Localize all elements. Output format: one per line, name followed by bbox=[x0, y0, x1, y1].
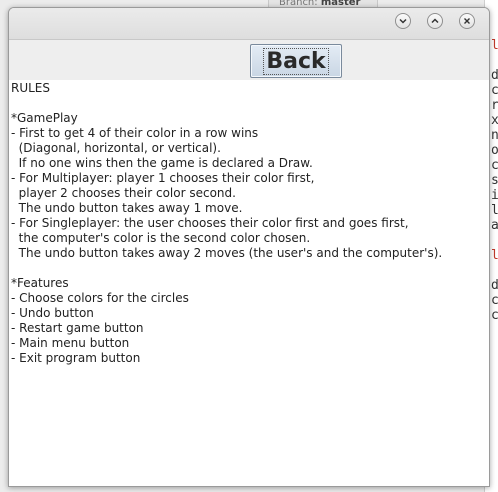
rules-line: - Main menu button bbox=[11, 336, 130, 350]
chevron-down-icon bbox=[399, 18, 407, 24]
rules-line: (Diagonal, horizontal, or vertical). bbox=[11, 141, 221, 155]
rules-line bbox=[11, 261, 487, 276]
rules-line: - Choose colors for the circles bbox=[11, 291, 189, 305]
rules-line: The undo button takes away 2 moves (the … bbox=[11, 246, 443, 260]
maximize-button[interactable] bbox=[427, 13, 443, 29]
background-code-line: d bbox=[491, 68, 498, 83]
rules-line: - For Multiplayer: player 1 chooses thei… bbox=[11, 171, 315, 185]
back-button-label: Back bbox=[263, 47, 329, 75]
rules-line bbox=[11, 96, 487, 111]
background-code-line: c bbox=[491, 158, 498, 173]
background-code-line: a bbox=[491, 218, 498, 233]
button-bar: Back bbox=[9, 40, 489, 80]
close-button[interactable] bbox=[459, 13, 475, 29]
rules-line: player 2 chooses their color second. bbox=[11, 186, 236, 200]
rules-text-area: RULES *GamePlay - First to get 4 of their … bbox=[11, 81, 487, 481]
background-code-line: n bbox=[491, 128, 498, 143]
back-button[interactable]: Back bbox=[250, 44, 342, 78]
background-code-line: r bbox=[491, 98, 498, 113]
rules-line: - First to get 4 of their color in a row… bbox=[11, 126, 259, 140]
chevron-up-icon bbox=[431, 18, 439, 24]
background-code-line: d bbox=[491, 278, 498, 293]
rules-line: If no one wins then the game is declared… bbox=[11, 156, 313, 170]
rules-line: RULES bbox=[11, 81, 51, 95]
background-code-line: l bbox=[491, 38, 498, 53]
rules-line: - Exit program button bbox=[11, 351, 141, 365]
background-code-line: s bbox=[491, 173, 498, 188]
rules-line: the computer's color is the second color… bbox=[11, 231, 311, 245]
rules-line: - Undo button bbox=[11, 306, 94, 320]
close-icon bbox=[464, 18, 470, 24]
rules-line: - Restart game button bbox=[11, 321, 144, 335]
rules-line: *Features bbox=[11, 276, 69, 290]
rules-line: *GamePlay bbox=[11, 111, 78, 125]
background-code-line: l bbox=[491, 203, 498, 218]
background-code-line: c bbox=[491, 308, 498, 323]
background-code-line: x bbox=[491, 113, 498, 128]
window-titlebar[interactable] bbox=[9, 8, 489, 40]
rules-line: The undo button takes away 1 move. bbox=[11, 201, 243, 215]
rules-line: - For Singleplayer: the user chooses the… bbox=[11, 216, 409, 230]
minimize-button[interactable] bbox=[395, 13, 411, 29]
background-code-line: c bbox=[491, 293, 498, 308]
background-code-line: c bbox=[491, 83, 498, 98]
background-code-line: i bbox=[491, 188, 498, 203]
rules-window: Back RULES *GamePlay - First to get 4 of t… bbox=[8, 7, 490, 487]
background-code-line: o bbox=[491, 143, 498, 158]
background-code-line: l bbox=[491, 248, 498, 263]
